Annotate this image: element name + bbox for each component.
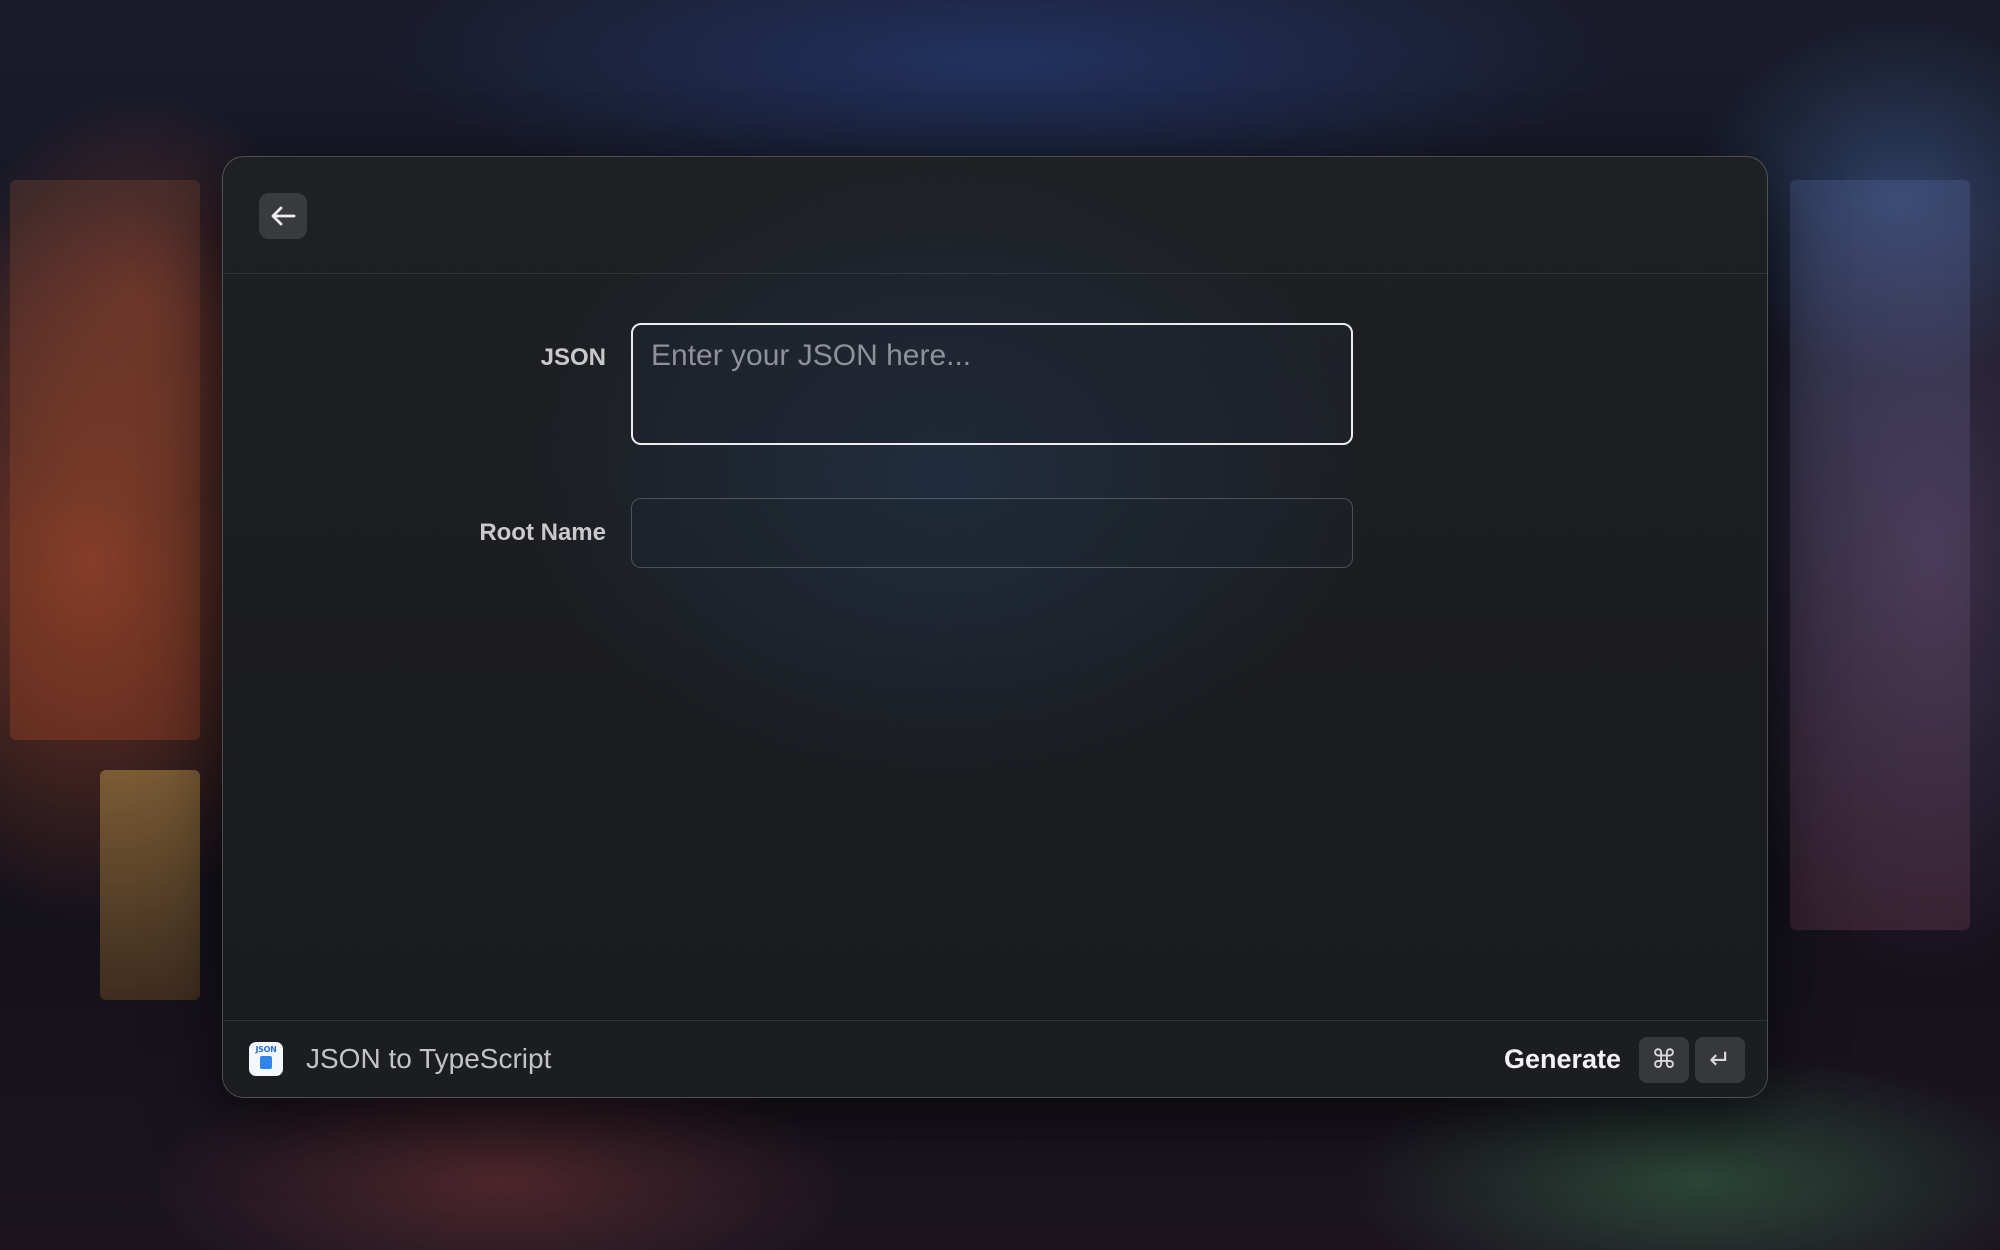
return-key-icon: ↵	[1695, 1037, 1745, 1083]
json-input[interactable]	[631, 323, 1353, 445]
action-bar: JSON JSON to TypeScript Generate ⌘ ↵	[223, 1020, 1767, 1097]
root-name-label: Root Name	[479, 519, 606, 546]
command-key-icon: ⌘	[1639, 1037, 1689, 1083]
extension-icon-label: JSON	[255, 1045, 277, 1054]
window-header	[223, 157, 1767, 274]
back-button[interactable]	[259, 193, 307, 239]
generate-button[interactable]: Generate	[1504, 1021, 1621, 1097]
root-name-input[interactable]	[631, 498, 1353, 568]
json-to-typescript-icon: JSON	[249, 1042, 283, 1076]
extension-title: JSON to TypeScript	[306, 1043, 552, 1074]
wallpaper-left-panels	[10, 180, 200, 740]
json-label: JSON	[540, 344, 606, 371]
cube-icon	[260, 1056, 272, 1069]
arrow-left-icon	[270, 205, 296, 227]
extension-window: JSON Root Name JSON JSON to TypeScript G…	[222, 156, 1768, 1098]
wallpaper-left-stack	[100, 770, 200, 1000]
wallpaper-right-panels	[1790, 180, 1970, 930]
